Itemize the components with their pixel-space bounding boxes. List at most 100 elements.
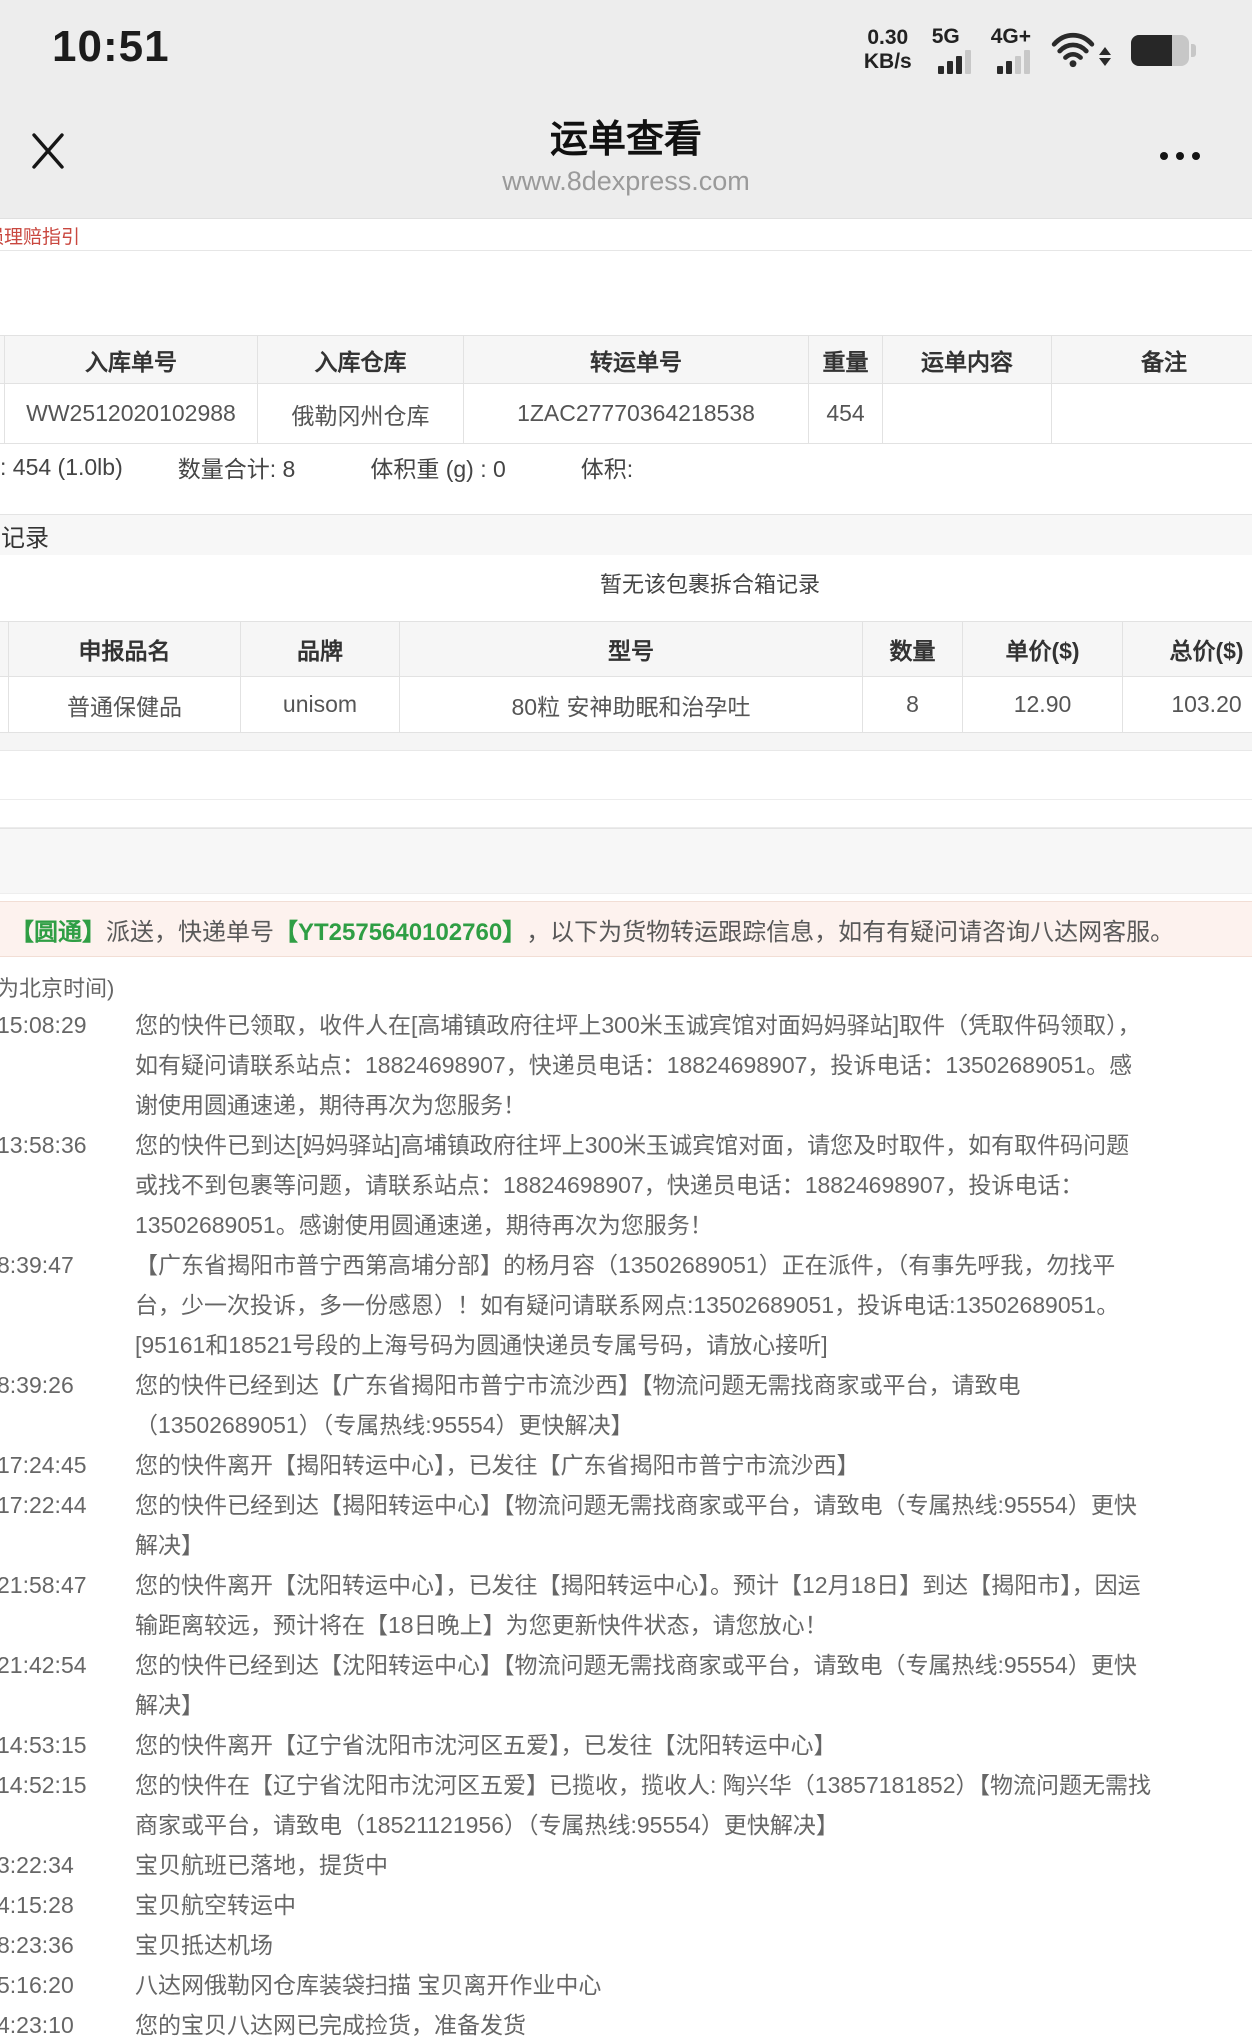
items-table: 申报品名 品牌 型号 数量 单价($) 总价($) 普通保健品 unisom 8…	[0, 621, 1252, 733]
tracking-time: 15:08:29	[0, 1005, 135, 1045]
claims-guide-link[interactable]: 破损理赔指引	[0, 222, 80, 249]
tracking-entry: 8:23:36宝贝抵达机场	[0, 1925, 1252, 1965]
cell-inbound-no: WW2512020102988	[5, 384, 258, 444]
tracking-entry: 8:39:26您的快件已经到达【广东省揭阳市普宁市流沙西】【物流问题无需找商家或…	[0, 1365, 1252, 1445]
summary-row: : 454 (1.0lb) 数量合计: 8 体积重 (g) : 0 体积:	[0, 452, 1252, 482]
signal-4g-label: 4G+	[991, 27, 1031, 47]
items-table-wrap: 申报品名 品牌 型号 数量 单价($) 总价($) 普通保健品 unisom 8…	[0, 621, 1252, 751]
red-link-row: 破损理赔指引	[0, 219, 1252, 250]
tracking-text: 【广东省揭阳市普宁西第高埔分部】的杨月容（13502689051）正在派件，（有…	[135, 1245, 1151, 1365]
col-header-remark: 备注	[1052, 336, 1252, 384]
table-row: 普通保健品 unisom 80粒 安神助眠和治孕吐 8 12.90 103.20	[0, 677, 1252, 733]
tracking-time: 8:39:26	[0, 1365, 135, 1405]
signal-bars-icon	[938, 50, 971, 74]
notice-text: 派送，快递单号	[106, 912, 274, 947]
tracking-entry: 14:52:15您的快件在【辽宁省沈阳市沈河区五爱】已揽收，揽收人: 陶兴华（1…	[0, 1765, 1252, 1845]
col-header-total-price: 总价($)	[1123, 622, 1252, 677]
waybill-page: 10:51 0.30 KB/s 5G 4G+	[0, 0, 1252, 2044]
tracking-entry: 17:22:44您的快件已经到达【揭阳转运中心】【物流问题无需找商家或平台，请致…	[0, 1485, 1252, 1565]
tracking-time: 8:23:36	[0, 1925, 135, 1965]
col-header-warehouse: 入库仓库	[258, 336, 464, 384]
col-header-content: 运单内容	[883, 336, 1052, 384]
timezone-note: 为北京时间)	[0, 971, 1252, 999]
status-icons: 0.30 KB/s 5G 4G+	[864, 20, 1196, 80]
summary-volume-weight: 体积重 (g) : 0	[370, 450, 505, 484]
tracking-time: 4:23:10	[0, 2005, 135, 2044]
more-options-button[interactable]	[1154, 146, 1206, 166]
records-section-header: 记录	[0, 514, 1252, 555]
menu-dot-icon	[1192, 152, 1200, 160]
wifi-arrows-icon	[1099, 47, 1111, 68]
tracking-entry: 5:16:20八达网俄勒冈仓库装袋扫描 宝贝离开作业中心	[0, 1965, 1252, 2005]
col-header-inbound-no: 入库单号	[5, 336, 258, 384]
tracking-time: 8:39:47	[0, 1245, 135, 1285]
signal-5g-icon: 5G	[932, 27, 971, 74]
wifi-icon	[1051, 32, 1111, 68]
tracking-text: 您的快件离开【辽宁省沈阳市沈河区五爱】，已发往【沈阳转运中心】	[135, 1725, 1151, 1765]
network-speed: 0.30 KB/s	[864, 26, 912, 74]
carrier-badge: 【圆通】	[10, 912, 106, 947]
tracking-entry: 8:39:47【广东省揭阳市普宁西第高埔分部】的杨月容（13502689051）…	[0, 1245, 1252, 1365]
table-stub-cell	[0, 622, 9, 677]
divider	[0, 799, 1252, 800]
col-header-transfer-no: 转运单号	[464, 336, 809, 384]
tracking-time: 17:24:45	[0, 1445, 135, 1485]
col-header-brand: 品牌	[241, 622, 400, 677]
tracking-text: 您的快件已到达[妈妈驿站]高埔镇政府往坪上300米玉诚宾馆对面，请您及时取件，如…	[135, 1125, 1151, 1245]
tracking-time: 13:58:36	[0, 1125, 135, 1165]
tracking-text: 您的宝贝八达网已完成捡货，准备发货	[135, 2005, 1151, 2044]
tracking-text: 您的快件已领取，收件人在[高埔镇政府往坪上300米玉诚宾馆对面妈妈驿站]取件（凭…	[135, 1005, 1151, 1125]
tracking-number: 【YT2575640102760】	[274, 912, 526, 947]
summary-volume: 体积:	[581, 450, 633, 484]
courier-notice: 【圆通】派送，快递单号 【YT2575640102760】，以下为货物转运跟踪信…	[0, 901, 1252, 957]
cell-weight: 454	[809, 384, 883, 444]
page-title: 运单查看	[0, 108, 1252, 163]
cell-unit-price: 12.90	[963, 677, 1123, 733]
package-table-wrap: 入库单号 入库仓库 转运单号 重量 运单内容 备注 WW251202010298…	[0, 335, 1252, 444]
tracking-entry: 21:42:54您的快件已经到达【沈阳转运中心】【物流问题无需找商家或平台，请致…	[0, 1645, 1252, 1725]
tracking-entry: 4:23:10您的宝贝八达网已完成捡货，准备发货	[0, 2005, 1252, 2044]
tracking-text: 您的快件已经到达【沈阳转运中心】【物流问题无需找商家或平台，请致电（专属热线:9…	[135, 1645, 1151, 1725]
items-table-footer-strip	[0, 733, 1252, 751]
tracking-text: 您的快件离开【沈阳转运中心】，已发往【揭阳转运中心】。预计【12月18日】到达【…	[135, 1565, 1151, 1645]
records-empty-text: 暂无该包裹拆合箱记录	[0, 567, 1252, 597]
signal-5g-label: 5G	[932, 27, 960, 47]
records-section-title: 记录	[1, 518, 49, 553]
tracking-entry: 21:58:47您的快件离开【沈阳转运中心】，已发往【揭阳转运中心】。预计【12…	[0, 1565, 1252, 1645]
tracking-text: 您的快件已经到达【揭阳转运中心】【物流问题无需找商家或平台，请致电（专属热线:9…	[135, 1485, 1151, 1565]
menu-dot-icon	[1176, 152, 1184, 160]
tracking-time: 5:16:20	[0, 1965, 135, 2005]
section-strip	[0, 828, 1252, 894]
tracking-time: 21:58:47	[0, 1565, 135, 1605]
tracking-text: 您的快件离开【揭阳转运中心】，已发往【广东省揭阳市普宁市流沙西】	[135, 1445, 1151, 1485]
col-header-model: 型号	[400, 622, 863, 677]
page-url: www.8dexpress.com	[0, 166, 1252, 197]
cell-model: 80粒 安神助眠和治孕吐	[400, 677, 863, 733]
tracking-time: 14:52:15	[0, 1765, 135, 1805]
cell-item-name: 普通保健品	[9, 677, 241, 733]
summary-weight: : 454 (1.0lb)	[0, 454, 123, 481]
summary-quantity: 数量合计: 8	[178, 450, 296, 484]
cell-content	[883, 384, 1052, 444]
menu-dot-icon	[1160, 152, 1168, 160]
tracking-time: 4:15:28	[0, 1885, 135, 1925]
tracking-time: 21:42:54	[0, 1645, 135, 1685]
package-table: 入库单号 入库仓库 转运单号 重量 运单内容 备注 WW251202010298…	[0, 335, 1252, 444]
cell-warehouse: 俄勒冈州仓库	[258, 384, 464, 444]
signal-4g-icon: 4G+	[991, 27, 1031, 74]
network-speed-unit: KB/s	[864, 50, 912, 74]
tracking-time: 3:22:34	[0, 1845, 135, 1885]
tracking-text: 您的快件在【辽宁省沈阳市沈河区五爱】已揽收，揽收人: 陶兴华（138571818…	[135, 1765, 1151, 1845]
tracking-entry: 15:08:29您的快件已领取，收件人在[高埔镇政府往坪上300米玉诚宾馆对面妈…	[0, 1005, 1252, 1125]
tracking-list: 15:08:29您的快件已领取，收件人在[高埔镇政府往坪上300米玉诚宾馆对面妈…	[0, 1005, 1252, 2044]
tracking-time: 14:53:15	[0, 1725, 135, 1765]
tracking-entry: 3:22:34宝贝航班已落地，提货中	[0, 1845, 1252, 1885]
col-header-unit-price: 单价($)	[963, 622, 1123, 677]
cell-total-price: 103.20	[1123, 677, 1252, 733]
col-header-item-name: 申报品名	[9, 622, 241, 677]
tracking-entry: 4:15:28宝贝航空转运中	[0, 1885, 1252, 1925]
tracking-entry: 14:53:15您的快件离开【辽宁省沈阳市沈河区五爱】，已发往【沈阳转运中心】	[0, 1725, 1252, 1765]
tracking-text: 宝贝航空转运中	[135, 1885, 1151, 1925]
tracking-entry: 13:58:36您的快件已到达[妈妈驿站]高埔镇政府往坪上300米玉诚宾馆对面，…	[0, 1125, 1252, 1245]
tracking-entry: 17:24:45您的快件离开【揭阳转运中心】，已发往【广东省揭阳市普宁市流沙西】	[0, 1445, 1252, 1485]
